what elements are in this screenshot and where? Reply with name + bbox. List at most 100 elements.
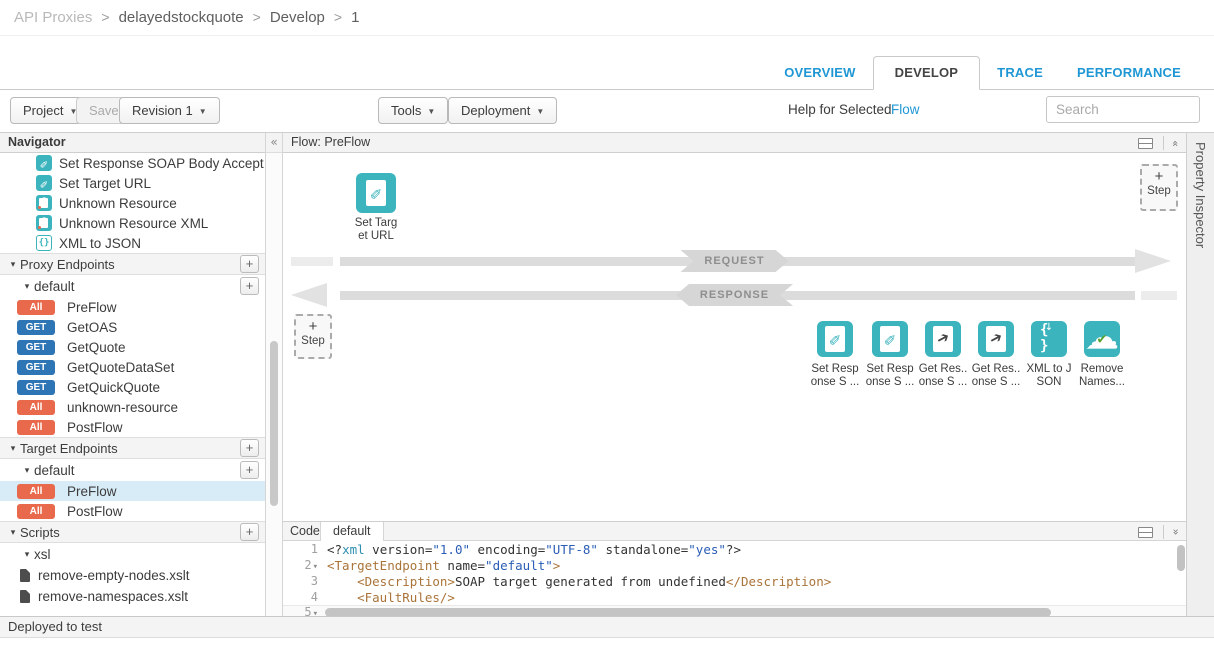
add-button[interactable]: + [240,277,259,295]
flow-item-unknown-resource[interactable]: Allunknown-resource [0,397,265,417]
flow-item-postflow[interactable]: AllPostFlow [0,417,265,437]
caret-down-icon[interactable]: ▾ [6,443,20,454]
section-header-scripts[interactable]: ▾Scripts + [0,521,265,543]
navigator-scrollbar-thumb[interactable] [270,341,278,506]
flow-item-getquickquote[interactable]: GETGetQuickQuote [0,377,265,397]
file-label: remove-namespaces.xslt [38,589,188,604]
apigee-develop-screen: API Proxies>delayedstockquote>Develop>1 … [0,0,1214,655]
method-badge: All [17,504,55,519]
line-number: 3 [283,574,321,588]
group-row-default[interactable]: ▾default+ [0,459,265,481]
navigator-policy-item[interactable]: ✎Set Target URL [0,173,265,193]
flow-step-response-3[interactable]: ➔ [978,321,1014,357]
section-header-proxy-endpoints[interactable]: ▾Proxy Endpoints+ [0,253,265,275]
code-text: <FaultRules/> [321,590,455,605]
section-label: Scripts [20,525,60,540]
add-step-button-request[interactable]: + Step [1140,164,1178,211]
navigator-policy-item[interactable]: ➔Unknown Resource [0,193,265,213]
add-button[interactable]: + [240,461,259,479]
tab-overview[interactable]: OVERVIEW [767,57,872,89]
method-badge: All [17,300,55,315]
flow-item-getquotedataset[interactable]: GETGetQuoteDataSet [0,357,265,377]
add-step-button-response[interactable]: + Step [294,314,332,359]
caret-down-icon[interactable]: ▾ [6,259,20,270]
code-vertical-scrollbar-thumb[interactable] [1177,545,1185,571]
flow-step-response-5[interactable]: ☁✔ [1084,321,1120,357]
flow-item-postflow[interactable]: AllPostFlow [0,501,265,521]
tab-develop[interactable]: DEVELOP [873,56,981,90]
pencil-glyph: ✎ [40,178,48,189]
property-inspector-label[interactable]: Property Inspector [1193,142,1208,248]
navigator-policy-item[interactable]: ✎Set Response SOAP Body Accept [0,153,265,173]
breadcrumb-item[interactable]: API Proxies [14,9,92,26]
breadcrumb-item[interactable]: delayedstockquote [119,9,244,26]
label-line: et URL [346,230,406,243]
revision-button[interactable]: Revision 1▼ [119,97,220,124]
flow-item-preflow[interactable]: All PreFlow [0,481,265,501]
caret-down-icon[interactable]: ▾ [20,549,34,560]
deployment-button[interactable]: Deployment▼ [448,97,557,124]
breadcrumb-item[interactable]: 1 [351,9,359,26]
fold-caret-icon[interactable]: ▾ [313,562,318,572]
flow-step-response-0[interactable]: ✎ [817,321,853,357]
label-line: Set Resp [805,363,865,376]
caret-down-icon[interactable]: ▾ [20,281,34,292]
search-input[interactable] [1046,96,1200,123]
flow-step-response-2[interactable]: ➔ [925,321,961,357]
script-file-item[interactable]: remove-empty-nodes.xslt [0,565,265,586]
label-line: SON [1019,376,1079,389]
flow-item-preflow[interactable]: All PreFlow [0,297,265,317]
file-icon [20,569,30,582]
flow-step-label: Set Response S ... [860,363,920,389]
navigator-scroll-strip: « [265,133,283,617]
group-row-default[interactable]: ▾default+ [0,275,265,297]
tab-trace[interactable]: TRACE [980,57,1060,89]
flow-step-set-target-url[interactable]: ✎ [356,173,396,213]
navigator-policy-item[interactable]: {}XML to JSON [0,233,265,253]
label-line: onse S ... [805,376,865,389]
flow-step-label: Get Res..onse S ... [966,363,1026,389]
method-badge: All [17,400,55,415]
status-bar: Deployed to test [0,616,1214,638]
flow-label: PreFlow [67,484,117,499]
code-tab-default[interactable]: default [320,522,384,541]
navigator-policy-item[interactable]: ➔Unknown Resource XML [0,213,265,233]
collapse-code-panel-icon[interactable]: » [1167,529,1185,536]
braces-glyph: {} [39,238,50,248]
tab-performance[interactable]: PERFORMANCE [1060,57,1198,89]
panel-layout-icon[interactable] [1138,527,1153,538]
collapse-flow-panel-icon[interactable]: « [1166,140,1185,147]
group-row-xsl[interactable]: ▾xsl [0,543,265,565]
navigator-collapse-button[interactable]: « [266,133,282,153]
help-flow-link[interactable]: Flow [891,102,920,117]
code-token: xml [342,542,365,557]
add-button[interactable]: + [240,523,259,541]
flow-item-getquote[interactable]: GETGetQuote [0,337,265,357]
section-header-target-endpoints[interactable]: ▾Target Endpoints+ [0,437,265,459]
code-token: > [553,558,561,573]
label-line: Set Resp [860,363,920,376]
toolbar: Project▼ Save Revision 1▼ Tools▼ Deploym… [0,90,1214,132]
panel-layout-icon[interactable] [1138,138,1153,149]
code-text: <?xml version="1.0" encoding="UTF-8" sta… [321,542,741,557]
flow-step-response-4[interactable]: ↓{ } [1031,321,1067,357]
caret-down-icon[interactable]: ▾ [20,465,34,476]
pencil-icon: ✎ [36,155,52,171]
flow-label: PreFlow [67,300,117,315]
breadcrumb-item[interactable]: Develop [270,9,325,26]
policy-label: Unknown Resource [59,196,177,211]
method-badge: All [17,484,55,499]
add-button[interactable]: + [240,255,259,273]
pencil-glyph: ✎ [40,158,48,169]
response-arrowhead-icon [291,283,327,307]
flow-step-response-1[interactable]: ✎ [872,321,908,357]
file-label: remove-empty-nodes.xslt [38,568,190,583]
request-band: REQUEST [283,249,1186,273]
caret-down-icon[interactable]: ▾ [6,527,20,538]
tools-button[interactable]: Tools▼ [378,97,448,124]
code-editor[interactable]: 1<?xml version="1.0" encoding="UTF-8" st… [283,541,1186,617]
flow-item-getoas[interactable]: GETGetOAS [0,317,265,337]
add-button[interactable]: + [240,439,259,457]
script-file-item[interactable]: remove-namespaces.xslt [0,586,265,607]
line-number: 4 [283,590,321,604]
